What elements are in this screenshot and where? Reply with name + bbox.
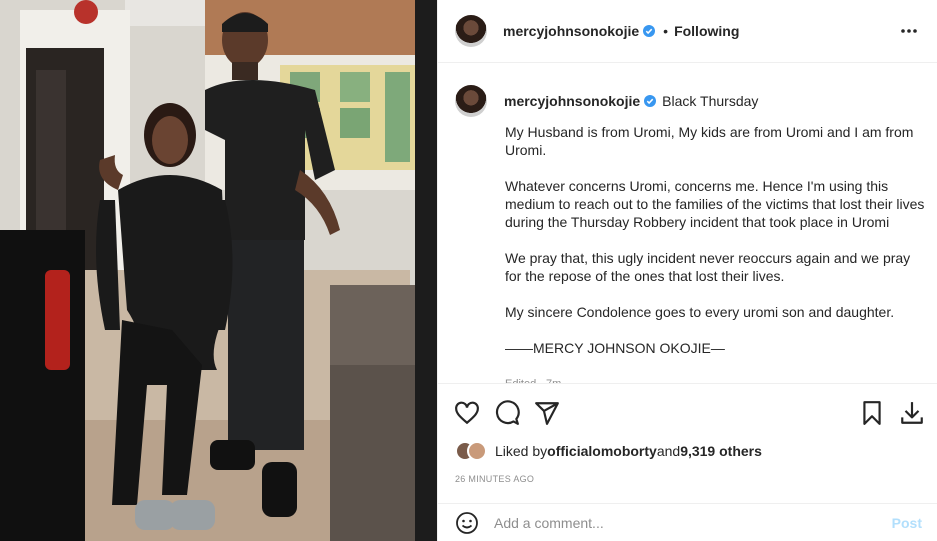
post-timestamp[interactable]: 26 MINUTES AGO [455, 474, 534, 484]
likes-connector: and [656, 443, 681, 459]
verified-badge-icon [644, 95, 657, 107]
caption-author-avatar[interactable] [455, 85, 487, 117]
caption-paragraph: We pray that, this ugly incident never r… [505, 250, 911, 284]
liker-username[interactable]: officialomoborty [547, 443, 657, 459]
following-button[interactable]: Following [674, 23, 739, 39]
caption-signature: ——MERCY JOHNSON OKOJIE— [505, 340, 725, 356]
post-caption: mercyjohnsonokojie Black Thursday My Hus… [438, 63, 937, 383]
post-header: mercyjohnsonokojie • Following [438, 0, 937, 63]
likes-prefix: Liked by [495, 443, 548, 459]
download-icon[interactable] [899, 400, 925, 426]
more-options-icon[interactable] [900, 22, 918, 40]
author-avatar[interactable] [455, 15, 487, 47]
caption-header: mercyjohnsonokojie Black Thursday [455, 85, 922, 117]
caption-title: Black Thursday [662, 93, 759, 109]
caption-body: My Husband is from Uromi, My kids are fr… [505, 123, 930, 383]
caption-paragraph: Whatever concerns Uromi, concerns me. He… [505, 178, 925, 230]
liker-avatar[interactable] [467, 441, 487, 461]
verified-badge-icon [643, 25, 656, 37]
caption-paragraph: My sincere Condolence goes to every urom… [505, 304, 895, 320]
post-photo[interactable] [0, 0, 437, 541]
bookmark-icon[interactable] [859, 400, 885, 426]
likes-summary: Liked by officialomoborty and 9,319 othe… [455, 441, 762, 461]
author-username[interactable]: mercyjohnsonokojie [503, 23, 639, 39]
comment-input[interactable] [494, 514, 874, 531]
post-detail-pane: mercyjohnsonokojie • Following mercyjohn… [437, 0, 937, 541]
caption-author-username[interactable]: mercyjohnsonokojie [504, 93, 640, 109]
caption-paragraph: My Husband is from Uromi, My kids are fr… [505, 124, 914, 158]
comment-bar: Post [438, 503, 937, 541]
action-bar [438, 383, 937, 443]
post-comment-button[interactable]: Post [892, 515, 922, 531]
likes-count[interactable]: 9,319 others [680, 443, 762, 459]
edited-label: Edited · 7m [505, 375, 930, 383]
header-separator: • [663, 23, 669, 39]
heart-icon[interactable] [454, 400, 480, 426]
emoji-icon[interactable] [455, 511, 479, 535]
comment-icon[interactable] [494, 400, 520, 426]
share-icon[interactable] [534, 400, 560, 426]
couple-photo-image [0, 0, 437, 541]
